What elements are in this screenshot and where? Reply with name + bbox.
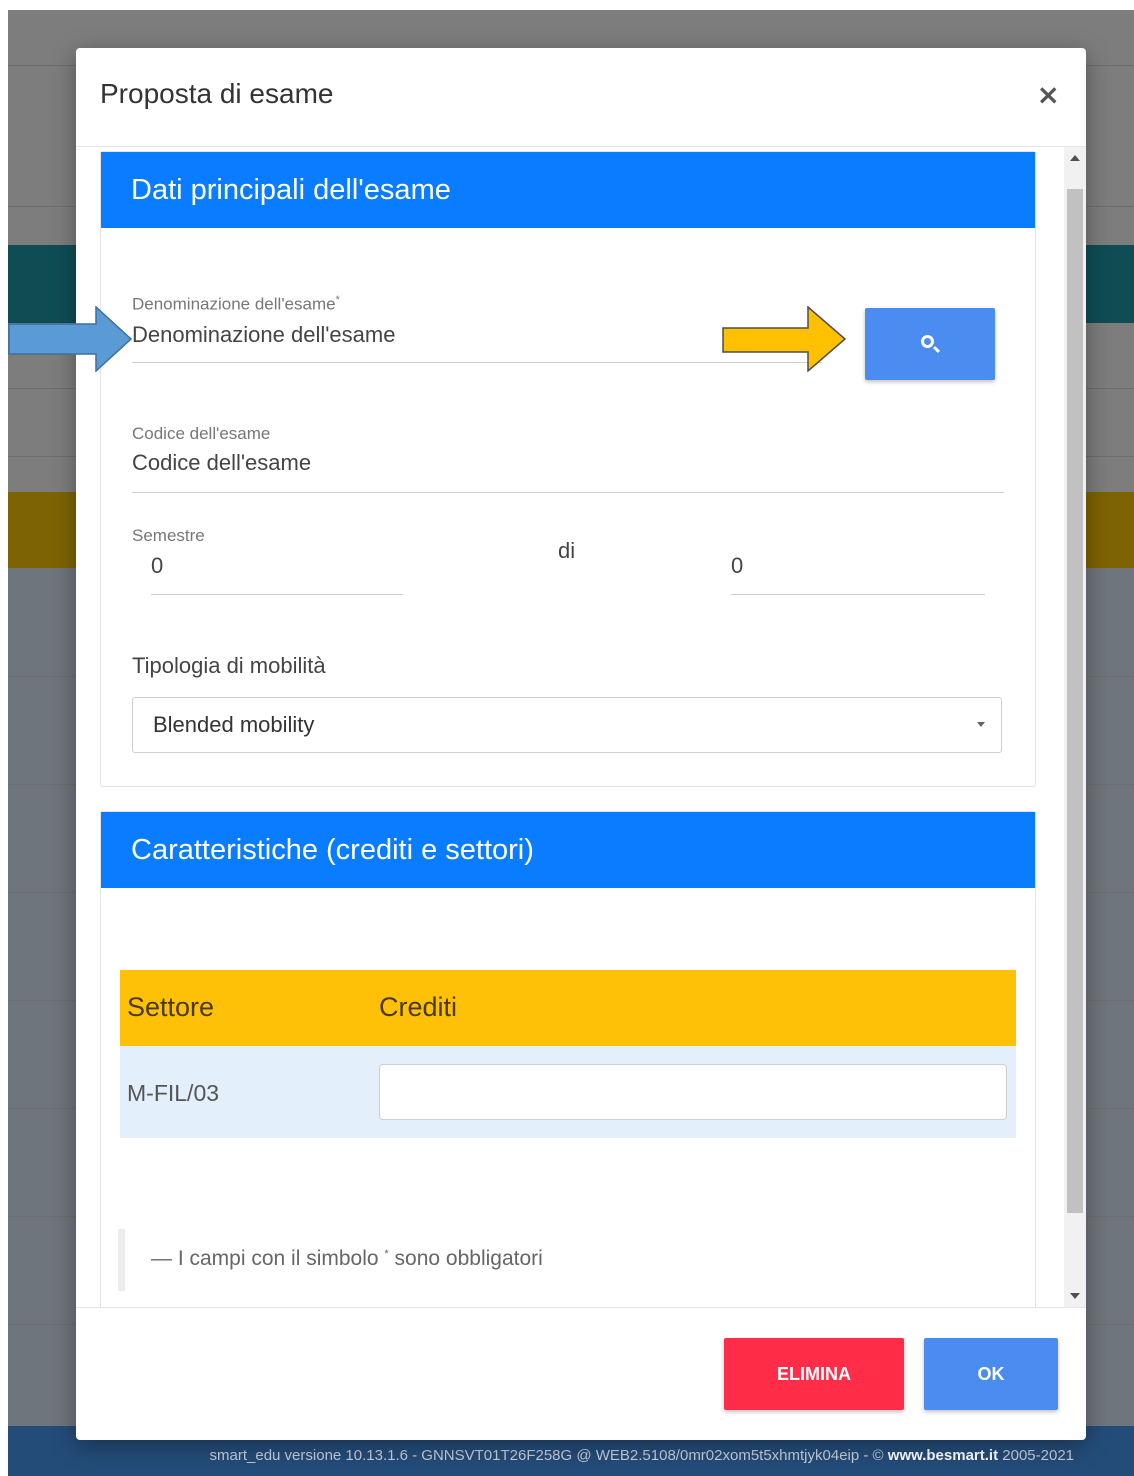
semester-separator: di [558,538,576,563]
semester-underline [151,594,403,595]
note-symbol: * [384,1248,389,1260]
exam-name-input[interactable]: Denominazione dell'esame [132,322,395,348]
semester-total-input[interactable]: 0 [731,553,743,579]
scroll-down-icon[interactable] [1070,1293,1080,1299]
semester-input[interactable]: 0 [151,553,163,579]
exam-proposal-dialog: Proposta di esame × Dati principali dell… [76,48,1086,1440]
scroll-up-icon[interactable] [1070,155,1080,161]
features-card: Caratteristiche (crediti e settori) Sett… [100,811,1036,1307]
mobility-label: Tipologia di mobilità [132,653,326,678]
semester-total-underline [731,594,985,595]
dialog-header: Proposta di esame × [76,48,1086,147]
mobility-select[interactable]: Blended mobility [132,697,1002,753]
footer-link[interactable]: www.besmart.it [888,1447,998,1464]
required-fields-note-text: — I campi con il simbolo * sono obbligat… [151,1247,543,1271]
semester-label: Semestre [132,526,205,545]
exam-name-label-text: Denominazione dell'esame [132,294,336,314]
search-exam-button[interactable] [865,308,995,380]
ok-button[interactable]: OK [924,1338,1058,1410]
sector-cell: M-FIL/03 [127,1080,220,1106]
required-fields-note: — I campi con il simbolo * sono obbligat… [118,1229,543,1291]
vertical-scrollbar[interactable] [1064,147,1086,1307]
dialog-footer: ELIMINA OK [76,1307,1086,1441]
dialog-title: Proposta di esame [100,78,334,109]
chevron-down-icon [977,722,985,727]
note-suffix: sono obbligatori [394,1247,543,1270]
exam-name-underline [132,362,822,363]
dialog-body: Dati principali dell'esame Denominazione… [76,147,1086,1307]
main-data-card: Dati principali dell'esame Denominazione… [100,151,1036,787]
footer-version-text: smart_edu versione 10.13.1.6 - GNNSVT01T… [209,1447,884,1464]
search-icon [921,335,934,348]
gold-arrow-icon [722,306,846,372]
table-header: Settore Crediti [120,970,1016,1046]
credits-input[interactable] [379,1064,1007,1120]
required-mark: * [335,294,340,306]
exam-code-underline [132,492,1004,493]
delete-button[interactable]: ELIMINA [724,1338,904,1410]
column-header-credits: Crediti [379,992,458,1022]
scrollbar-thumb[interactable] [1067,189,1083,1213]
exam-code-input[interactable]: Codice dell'esame [132,450,311,476]
exam-code-label: Codice dell'esame [132,424,271,443]
features-section-title: Caratteristiche (crediti e settori) [101,812,1035,888]
table-row: M-FIL/03 [120,1046,1016,1138]
blue-arrow-icon [8,306,132,372]
note-prefix: — I campi con il simbolo [151,1247,379,1270]
main-data-section-title: Dati principali dell'esame [101,152,1035,228]
column-header-sector: Settore [127,992,215,1022]
close-icon[interactable]: × [1037,78,1060,111]
footer-years: 2005-2021 [1002,1447,1074,1464]
exam-name-label: Denominazione dell'esame* [132,294,340,315]
mobility-selected-value: Blended mobility [153,712,315,737]
